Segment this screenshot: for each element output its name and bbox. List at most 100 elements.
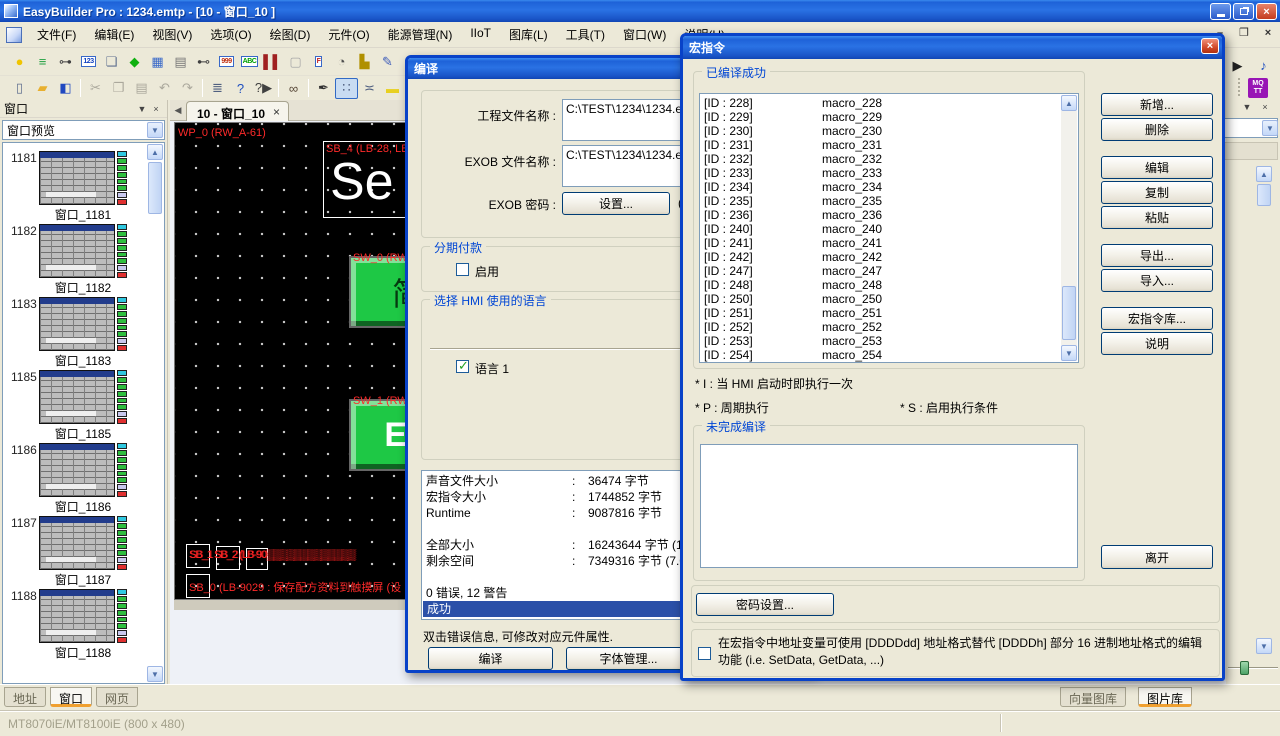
tab-窗口[interactable]: 窗口: [50, 687, 92, 707]
window-thumbnail[interactable]: [39, 589, 129, 643]
scroll-down-icon[interactable]: ▼: [147, 666, 163, 682]
macro-list-row[interactable]: [ID : 229]macro_229: [704, 110, 1078, 124]
pen-icon[interactable]: ✒: [312, 78, 335, 99]
menu-item-窗口(W)[interactable]: 窗口(W): [614, 21, 675, 48]
library-scrollbar-thumb[interactable]: [1257, 184, 1271, 206]
password-set-button[interactable]: 设置...: [562, 192, 670, 215]
bulb-icon[interactable]: ●: [8, 51, 31, 72]
macro-button-导出...[interactable]: 导出...: [1101, 244, 1213, 267]
numeric-display-icon[interactable]: 999: [215, 51, 238, 72]
macro-list-row[interactable]: [ID : 251]macro_251: [704, 306, 1078, 320]
grid-icon[interactable]: ∷: [335, 78, 358, 99]
library-panel-menu-icon[interactable]: ▼: [1240, 102, 1254, 112]
cursor-icon[interactable]: ▶: [1226, 55, 1249, 76]
leave-button[interactable]: 离开: [1101, 545, 1213, 569]
macro-list-row[interactable]: [ID : 230]macro_230: [704, 124, 1078, 138]
tab-nav-left-icon[interactable]: ◀: [170, 105, 186, 116]
library-scroll-up-icon[interactable]: ▲: [1256, 166, 1272, 182]
library-chevron-icon[interactable]: ▼: [1262, 120, 1278, 136]
window-thumbnail[interactable]: [39, 516, 129, 570]
key-switch-icon[interactable]: ⊷: [192, 51, 215, 72]
align-icon[interactable]: ≍: [358, 78, 381, 99]
uncompiled-list[interactable]: [700, 444, 1078, 568]
chevron-down-icon[interactable]: ▼: [147, 122, 163, 138]
window-preview-item[interactable]: 1181窗口_1181: [3, 149, 147, 222]
macro-scrollbar-thumb[interactable]: [1062, 286, 1076, 340]
menu-item-工具(T)[interactable]: 工具(T): [557, 21, 614, 48]
macro-list-row[interactable]: [ID : 247]macro_247: [704, 264, 1078, 278]
panel-menu-icon[interactable]: ▼: [135, 104, 149, 114]
zoom-slider-handle[interactable]: [1240, 661, 1249, 675]
window-thumbnail[interactable]: [39, 443, 129, 497]
macro-list-row[interactable]: [ID : 242]macro_242: [704, 250, 1078, 264]
macro-button-粘贴[interactable]: 粘贴: [1101, 206, 1213, 229]
mqtt-icon[interactable]: MQ TT: [1248, 78, 1268, 98]
new-file-icon[interactable]: ▯: [8, 78, 31, 99]
window-preview-item[interactable]: 1183窗口_1183: [3, 295, 147, 368]
macro-list-row[interactable]: [ID : 235]macro_235: [704, 194, 1078, 208]
text-input-icon[interactable]: ▤: [169, 51, 192, 72]
macro-scroll-up-icon[interactable]: ▲: [1061, 95, 1077, 111]
menu-item-图库(L)[interactable]: 图库(L): [500, 21, 557, 48]
window-preview-item[interactable]: 1187窗口_1187: [3, 514, 147, 587]
layers-icon[interactable]: ❏: [100, 51, 123, 72]
menu-item-能源管理(N)[interactable]: 能源管理(N): [379, 21, 462, 48]
menu-item-文件(F)[interactable]: 文件(F): [28, 21, 85, 48]
print-icon[interactable]: ≣: [206, 78, 229, 99]
language1-checkbox[interactable]: [456, 360, 469, 373]
undo-icon[interactable]: ↶: [153, 78, 176, 99]
minimize-button[interactable]: [1210, 3, 1231, 20]
menu-item-编辑(E)[interactable]: 编辑(E): [85, 21, 143, 48]
macro-button-宏指令库...[interactable]: 宏指令库...: [1101, 307, 1213, 330]
window-preview-item[interactable]: 1182窗口_1182: [3, 222, 147, 295]
mdi-close-button[interactable]: ×: [1260, 27, 1276, 39]
copy-icon[interactable]: ❐: [107, 78, 130, 99]
toggle-switch-icon[interactable]: ⊶: [54, 51, 77, 72]
preview-mode-dropdown[interactable]: 窗口预览 ▼: [2, 120, 165, 140]
traffic-light-icon[interactable]: ≡: [31, 51, 54, 72]
redo-icon[interactable]: ↷: [176, 78, 199, 99]
macro-list-row[interactable]: [ID : 228]macro_228: [704, 96, 1078, 110]
find-icon[interactable]: ∞: [282, 78, 305, 99]
macro-list-row[interactable]: [ID : 231]macro_231: [704, 138, 1078, 152]
installment-enable-checkbox[interactable]: [456, 263, 469, 276]
window-preview-item[interactable]: 1185窗口_1185: [3, 368, 147, 441]
macro-button-新增...[interactable]: 新增...: [1101, 93, 1213, 116]
open-folder-icon[interactable]: ▰: [31, 78, 54, 99]
panel-close-icon[interactable]: ×: [149, 104, 163, 114]
macro-list-row[interactable]: [ID : 250]macro_250: [704, 292, 1078, 306]
compile-button[interactable]: 编译: [428, 647, 553, 670]
macro-list-row[interactable]: [ID : 252]macro_252: [704, 320, 1078, 334]
clock-icon[interactable]: ◔: [330, 51, 353, 72]
draw-tool-icon[interactable]: ✎: [376, 51, 399, 72]
window-thumbnail[interactable]: [39, 297, 129, 351]
macro-button-删除[interactable]: 删除: [1101, 118, 1213, 141]
menu-item-元件(O)[interactable]: 元件(O): [319, 21, 378, 48]
macro-list-row[interactable]: [ID : 253]macro_253: [704, 334, 1078, 348]
macro-button-复制[interactable]: 复制: [1101, 181, 1213, 204]
tab-window-10[interactable]: 10 - 窗口_10 ×: [186, 101, 289, 121]
sound-icon[interactable]: ♪: [1252, 55, 1275, 76]
context-help-icon[interactable]: ?▶: [252, 78, 275, 99]
library-panel-close-icon[interactable]: ×: [1258, 102, 1272, 112]
paste-icon[interactable]: ▤: [130, 78, 153, 99]
direct-window-icon[interactable]: ◆: [123, 51, 146, 72]
macro-list-row[interactable]: [ID : 234]macro_234: [704, 180, 1078, 194]
macro-button-导入...[interactable]: 导入...: [1101, 269, 1213, 292]
screen-select-icon[interactable]: ▦: [146, 51, 169, 72]
mdi-restore-button[interactable]: ❐: [1236, 26, 1252, 39]
macro-list-row[interactable]: [ID : 248]macro_248: [704, 278, 1078, 292]
macro-list-row[interactable]: [ID : 241]macro_241: [704, 236, 1078, 250]
macro-dialog-titlebar[interactable]: 宏指令 ×: [683, 36, 1222, 59]
macro-scroll-down-icon[interactable]: ▼: [1061, 345, 1077, 361]
window-thumbnail[interactable]: [39, 370, 129, 424]
help-icon[interactable]: ?: [229, 78, 252, 99]
font-management-button[interactable]: 字体管理...: [566, 647, 691, 670]
save-icon[interactable]: ◧: [54, 78, 77, 99]
menu-item-绘图(D)[interactable]: 绘图(D): [261, 21, 320, 48]
macro-list-row[interactable]: [ID : 254]macro_254: [704, 348, 1078, 362]
ascii-display-icon[interactable]: ABC: [238, 51, 261, 72]
tab-向量图库[interactable]: 向量图库: [1060, 687, 1126, 707]
window-thumbnail[interactable]: [39, 224, 129, 278]
group-frame-icon[interactable]: ▢: [284, 51, 307, 72]
